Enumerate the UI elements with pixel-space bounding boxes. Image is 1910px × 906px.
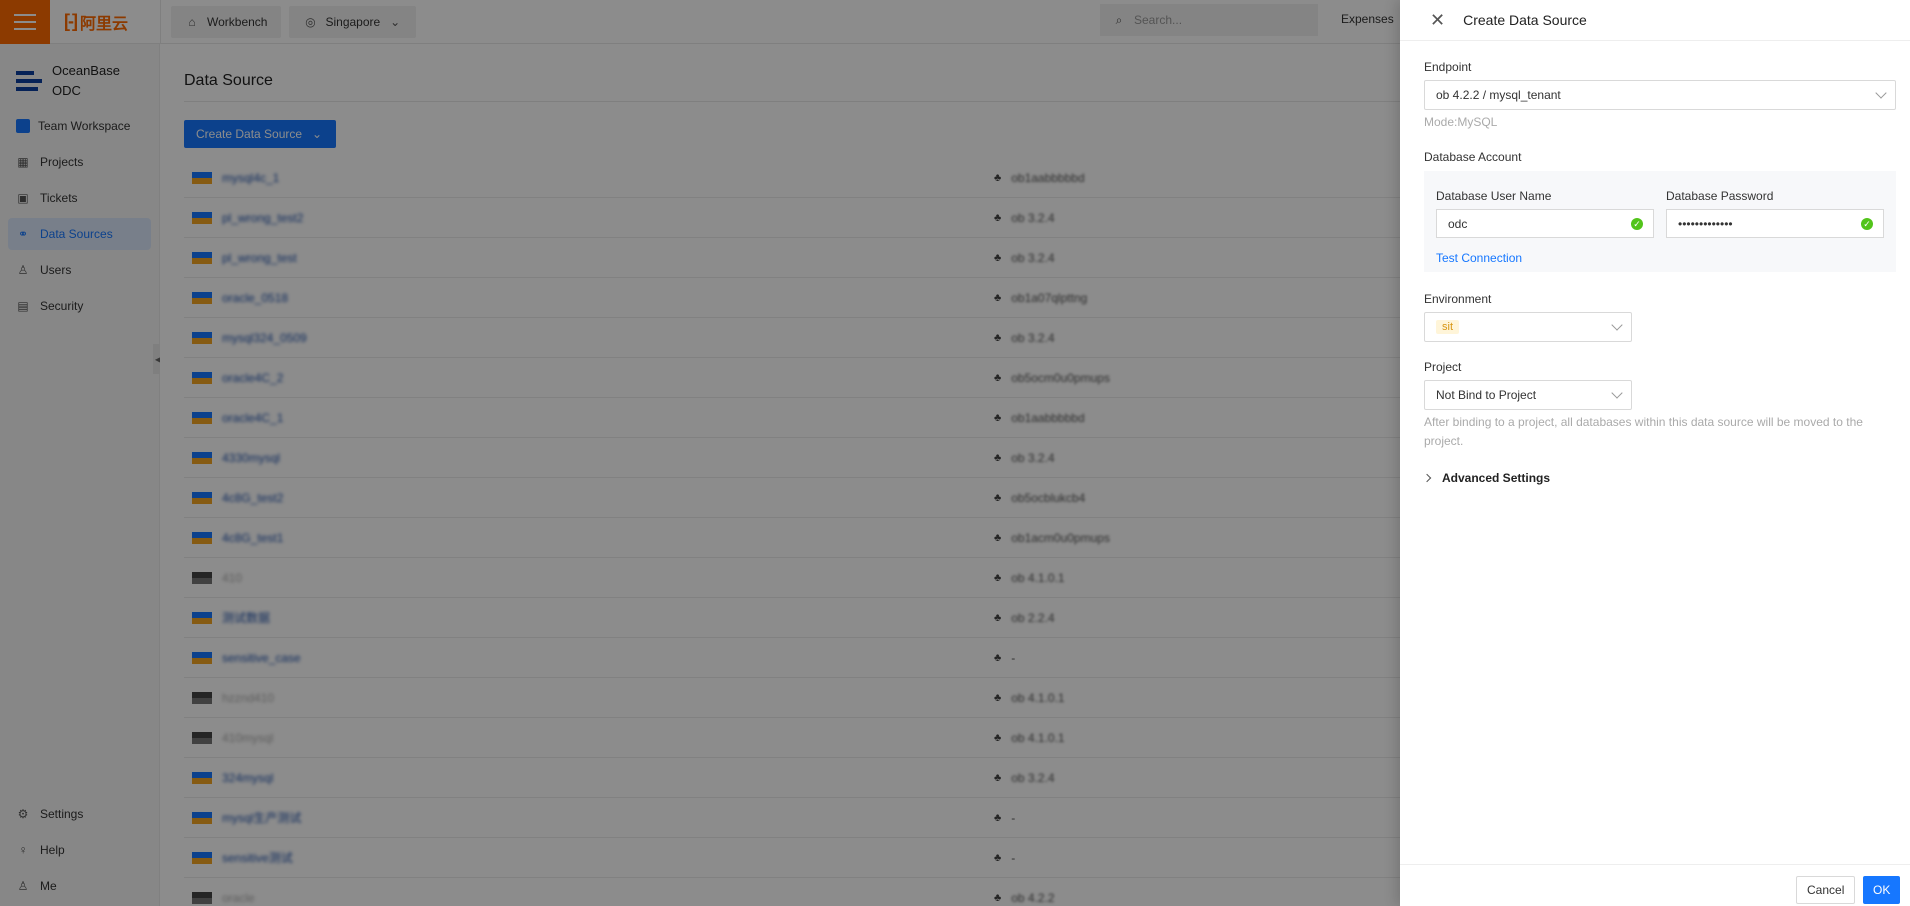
endpoint-label: Endpoint — [1424, 60, 1472, 74]
username-field[interactable]: odc ✓ — [1436, 209, 1654, 238]
drawer-header: ✕ Create Data Source — [1400, 0, 1910, 41]
password-field[interactable]: ••••••••••••• ✓ — [1666, 209, 1884, 238]
environment-select[interactable]: sit — [1424, 312, 1632, 342]
check-circle-icon: ✓ — [1631, 218, 1643, 230]
project-help-text: After binding to a project, all database… — [1424, 415, 1863, 448]
project-select[interactable]: Not Bind to Project — [1424, 380, 1632, 410]
password-value: ••••••••••••• — [1678, 216, 1733, 231]
modal-mask[interactable] — [0, 0, 1400, 906]
chevron-down-icon — [1611, 319, 1623, 331]
advanced-settings-label: Advanced Settings — [1442, 471, 1551, 485]
environment-label: Environment — [1424, 292, 1492, 306]
advanced-settings-toggle[interactable]: Advanced Settings — [1422, 471, 1551, 485]
username-label: Database User Name — [1436, 189, 1552, 203]
database-account-panel: Database User Name odc ✓ Database Passwo… — [1424, 171, 1896, 272]
mode-text: Mode:MySQL — [1424, 115, 1498, 129]
drawer-title: Create Data Source — [1463, 12, 1587, 28]
endpoint-select[interactable]: ob 4.2.2 / mysql_tenant — [1424, 80, 1896, 110]
chevron-right-icon — [1422, 473, 1432, 483]
drawer-footer: Cancel OK — [1400, 864, 1910, 906]
create-data-source-drawer: ✕ Create Data Source Endpoint ob 4.2.2 /… — [1400, 0, 1910, 906]
password-label: Database Password — [1666, 189, 1774, 203]
check-circle-icon: ✓ — [1861, 218, 1873, 230]
close-icon[interactable]: ✕ — [1430, 11, 1445, 29]
environment-tag: sit — [1436, 320, 1459, 334]
username-value: odc — [1448, 216, 1468, 231]
database-account-label: Database Account — [1424, 150, 1522, 164]
chevron-down-icon — [1611, 387, 1623, 399]
test-connection-link[interactable]: Test Connection — [1436, 251, 1522, 265]
project-label: Project — [1424, 360, 1462, 374]
cancel-button[interactable]: Cancel — [1796, 876, 1856, 904]
chevron-down-icon — [1875, 87, 1887, 99]
endpoint-value: ob 4.2.2 / mysql_tenant — [1436, 88, 1561, 102]
project-value: Not Bind to Project — [1436, 388, 1537, 402]
ok-button[interactable]: OK — [1863, 876, 1901, 904]
